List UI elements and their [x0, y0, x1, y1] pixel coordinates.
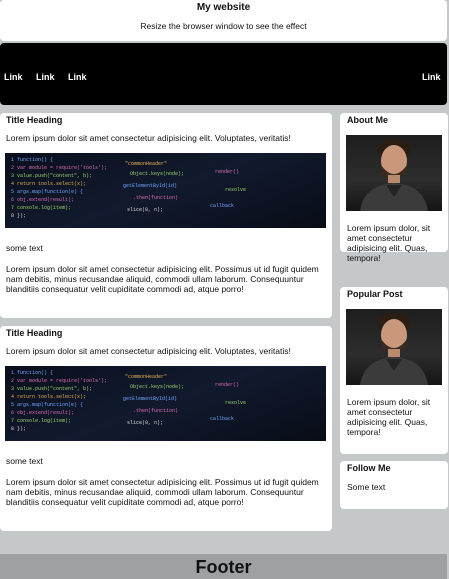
- svg-text:resolve: resolve: [225, 400, 246, 406]
- svg-text:5 args.map(function(e) {: 5 args.map(function(e) {: [11, 189, 83, 195]
- post-card-2: Title Heading Lorem ipsum dolor sit amet…: [0, 326, 332, 531]
- svg-text:"commonHeader": "commonHeader": [125, 161, 167, 167]
- post-caption: some text: [6, 456, 43, 466]
- site-subtitle: Resize the browser window to see the eff…: [140, 21, 307, 31]
- svg-text:7 console.log(item);: 7 console.log(item);: [11, 205, 71, 211]
- footer-label: Footer: [195, 557, 252, 577]
- site-footer: Footer: [0, 554, 447, 579]
- svg-text:4 return tools.select(x);: 4 return tools.select(x);: [11, 394, 86, 400]
- about-title: About Me: [347, 115, 388, 125]
- svg-text:slice(0, n);: slice(0, n);: [127, 420, 163, 426]
- about-card: About Me Lorem ipsum dolor, sit amet con…: [340, 113, 448, 263]
- post-body: Lorem ipsum dolor sit amet consectetur a…: [6, 477, 319, 507]
- svg-text:7 console.log(item);: 7 console.log(item);: [11, 418, 71, 424]
- svg-text:render(): render(): [215, 169, 239, 175]
- profile-photo: [346, 135, 442, 211]
- nav-link-right[interactable]: Link: [422, 72, 441, 82]
- site-header: My website Resize the browser window to …: [0, 0, 447, 41]
- svg-text:2 var module = require('too: 2 var module = require('tools');: [11, 165, 107, 171]
- post-image: 1 function() { 2 var module = require('t…: [5, 153, 326, 228]
- svg-text:8 });: 8 });: [11, 426, 26, 432]
- svg-text:1 function() {: 1 function() {: [11, 370, 53, 376]
- popular-card: Popular Post Lorem ipsum dolor, sit amet…: [340, 287, 448, 454]
- post-title: Title Heading: [6, 328, 63, 338]
- svg-text:render(): render(): [215, 382, 239, 388]
- svg-text:.then(function): .then(function): [133, 408, 178, 414]
- svg-text:3 value.push("content", b);: 3 value.push("content", b);: [11, 386, 92, 392]
- svg-text:4 return tools.select(x);: 4 return tools.select(x);: [11, 181, 86, 187]
- svg-text:"commonHeader": "commonHeader": [125, 374, 167, 380]
- nav-link-2[interactable]: Link: [36, 72, 55, 82]
- svg-text:2 var module = require('too: 2 var module = require('tools');: [11, 378, 107, 384]
- svg-text:5 args.map(function(e) {: 5 args.map(function(e) {: [11, 402, 83, 408]
- svg-text:6 obj.extend(result);: 6 obj.extend(result);: [11, 197, 74, 203]
- svg-text:1 function() {: 1 function() {: [11, 157, 53, 163]
- svg-text:Object.keys(node);: Object.keys(node);: [130, 384, 184, 390]
- follow-title: Follow Me: [347, 463, 391, 473]
- svg-text:.then(function): .then(function): [133, 195, 178, 201]
- post-body: Lorem ipsum dolor sit amet consectetur a…: [6, 264, 319, 294]
- popular-text: Lorem ipsum dolor, sit amet consectetur …: [347, 397, 431, 437]
- follow-card: Follow Me Some text: [340, 461, 448, 509]
- post-caption: some text: [6, 243, 43, 253]
- svg-text:slice(0, n);: slice(0, n);: [127, 207, 163, 213]
- svg-text:3 value.push("content", b);: 3 value.push("content", b);: [11, 173, 92, 179]
- svg-text:resolve: resolve: [225, 187, 246, 193]
- post-image: 1 function() { 2 var module = require('t…: [5, 366, 326, 441]
- svg-text:callback: callback: [210, 203, 234, 209]
- popular-photo: [346, 309, 442, 385]
- follow-text: Some text: [347, 482, 386, 492]
- svg-text:callback: callback: [210, 416, 234, 422]
- nav-link-3[interactable]: Link: [68, 72, 87, 82]
- post-card-1: Title Heading Lorem ipsum dolor sit amet…: [0, 113, 332, 318]
- navbar: Link Link Link Link: [0, 43, 447, 105]
- post-intro: Lorem ipsum dolor sit amet consectetur a…: [6, 346, 291, 356]
- site-title: My website: [196, 2, 251, 13]
- svg-text:getElementById(id): getElementById(id): [123, 396, 177, 402]
- svg-text:8 });: 8 });: [11, 213, 26, 219]
- svg-text:Object.keys(node);: Object.keys(node);: [130, 171, 184, 177]
- about-text: Lorem ipsum dolor, sit amet consectetur …: [347, 223, 431, 263]
- nav-link-1[interactable]: Link: [4, 72, 23, 82]
- popular-title: Popular Post: [347, 289, 403, 299]
- svg-text:6 obj.extend(result);: 6 obj.extend(result);: [11, 410, 74, 416]
- post-intro: Lorem ipsum dolor sit amet consectetur a…: [6, 133, 291, 143]
- svg-text:getElementById(id): getElementById(id): [123, 183, 177, 189]
- post-title: Title Heading: [6, 115, 63, 125]
